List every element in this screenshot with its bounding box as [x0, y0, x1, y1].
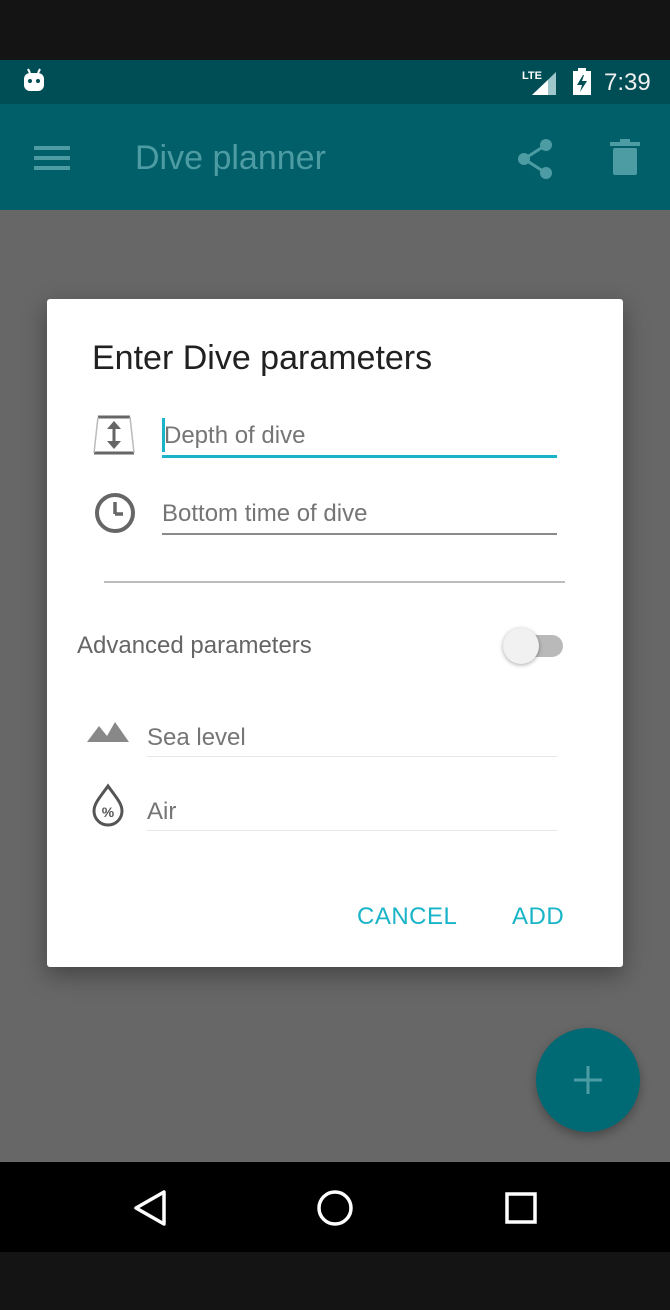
battery-charging-icon	[573, 68, 591, 95]
top-blank-bar	[0, 0, 670, 60]
delete-icon[interactable]	[610, 139, 640, 175]
sea-level-field	[87, 704, 567, 764]
gas-percent-icon: %	[92, 783, 124, 827]
dive-parameters-dialog: Enter Dive parameters Advanced parameter…	[47, 299, 623, 967]
clock-icon	[95, 493, 135, 533]
depth-underline	[162, 455, 557, 458]
add-dive-fab[interactable]	[536, 1028, 640, 1132]
gas-mix-input[interactable]	[147, 793, 557, 831]
status-clock: 7:39	[604, 69, 651, 96]
advanced-parameters-label: Advanced parameters	[77, 632, 312, 659]
sea-level-underline	[147, 756, 557, 757]
home-icon[interactable]	[316, 1189, 354, 1227]
mountain-icon	[87, 722, 129, 742]
advanced-parameters-toggle[interactable]	[503, 628, 565, 664]
app-title: Dive planner	[135, 139, 326, 177]
text-cursor	[162, 418, 165, 452]
app-bar: Dive planner	[0, 104, 670, 210]
section-divider	[104, 581, 565, 583]
gas-mix-field: %	[87, 779, 567, 839]
android-icon	[24, 68, 44, 91]
bottom-time-input[interactable]	[162, 495, 557, 533]
add-button[interactable]: ADD	[512, 897, 564, 937]
sea-level-input[interactable]	[147, 719, 557, 757]
bottom-blank-bar	[0, 1252, 670, 1310]
back-icon[interactable]	[132, 1189, 168, 1227]
system-nav-bar	[0, 1162, 670, 1252]
cancel-button[interactable]: CANCEL	[357, 897, 457, 937]
toggle-thumb	[503, 628, 539, 664]
status-bar: LTE 7:39	[0, 60, 670, 104]
dialog-title: Enter Dive parameters	[92, 339, 433, 377]
add-icon	[574, 1066, 602, 1094]
svg-text:LTE: LTE	[522, 70, 542, 82]
share-icon[interactable]	[516, 139, 554, 179]
depth-input[interactable]	[162, 417, 557, 455]
gas-mix-underline	[147, 830, 557, 831]
menu-icon[interactable]	[34, 144, 70, 172]
depth-icon	[93, 415, 135, 455]
bottom-time-underline	[162, 533, 557, 535]
svg-text:%: %	[102, 804, 115, 820]
depth-field	[92, 409, 562, 469]
recents-icon[interactable]	[504, 1191, 538, 1225]
lte-signal-icon: LTE	[522, 70, 556, 95]
bottom-time-field	[92, 489, 562, 549]
